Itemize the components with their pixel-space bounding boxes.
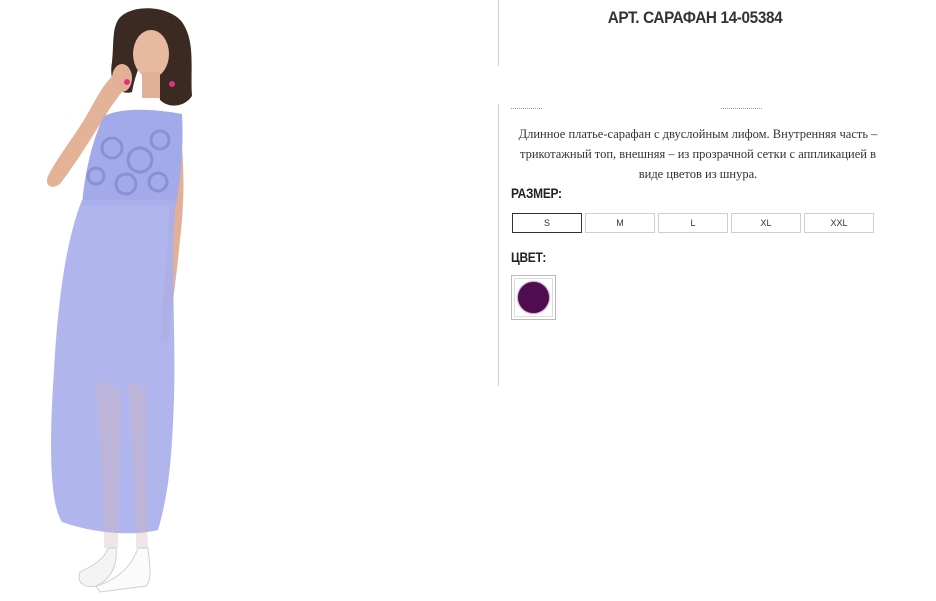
color-swatch-purple[interactable] [511, 275, 556, 320]
size-selector: S M L XL XXL [512, 213, 874, 233]
swatch-frame [514, 278, 553, 317]
size-option-xl[interactable]: XL [731, 213, 801, 233]
size-option-xxl[interactable]: XXL [804, 213, 874, 233]
size-option-m[interactable]: M [585, 213, 655, 233]
size-label: РАЗМЕР: [511, 185, 562, 201]
color-label: ЦВЕТ: [511, 249, 547, 265]
product-title: АРТ. САРАФАН 14-05384 [607, 8, 783, 27]
product-photo [0, 0, 470, 601]
size-option-s[interactable]: S [512, 213, 582, 233]
product-description: Длинное платье-сарафан с двуслойным лифо… [518, 127, 878, 181]
size-option-l[interactable]: L [658, 213, 728, 233]
divider-line-main [498, 104, 499, 386]
dotted-separator [721, 108, 762, 109]
dotted-separator [511, 108, 542, 109]
divider-line-top [498, 0, 499, 66]
color-dot [518, 282, 549, 313]
